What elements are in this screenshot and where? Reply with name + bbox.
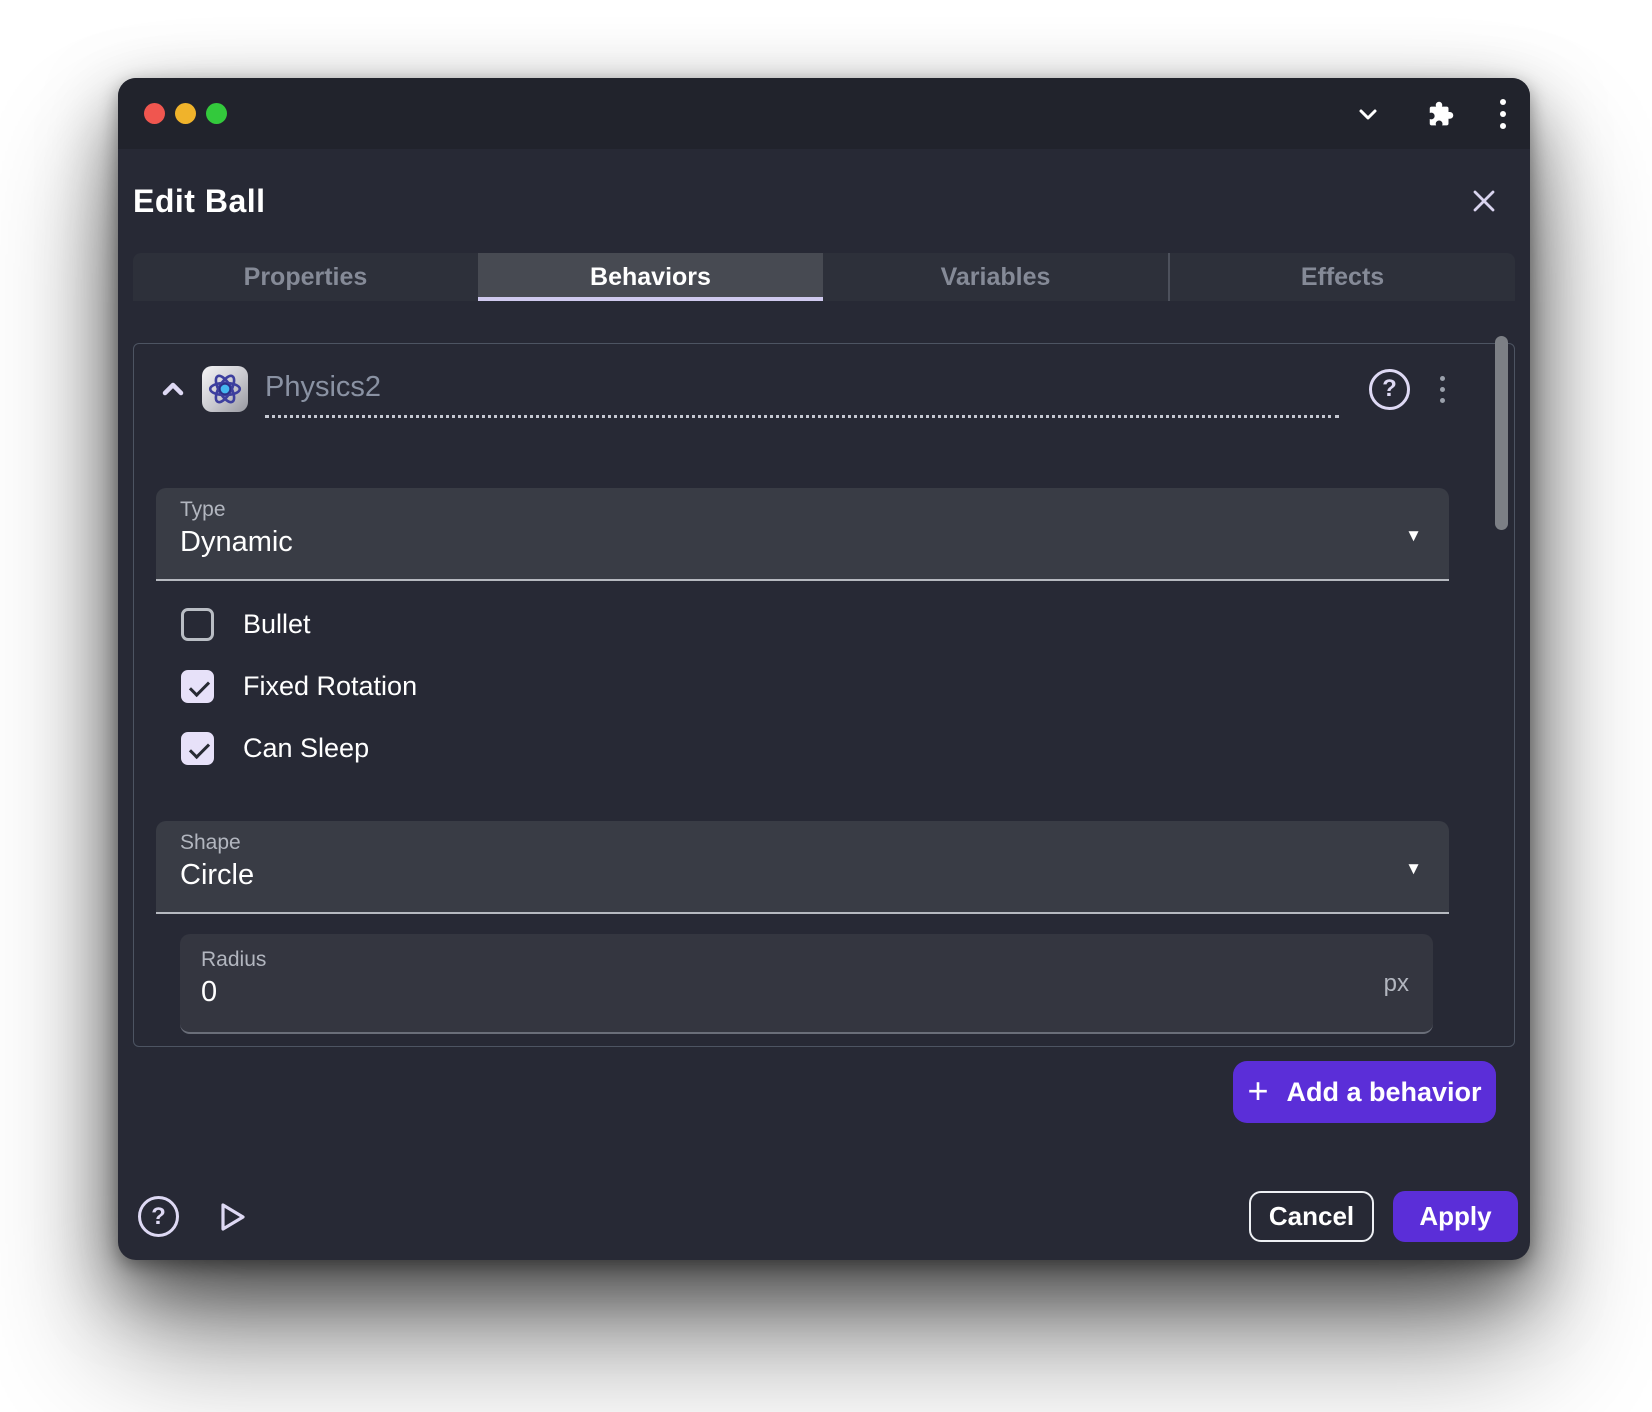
screen-background: Edit Ball PropertiesBehaviorsVariablesEf… (0, 0, 1652, 1412)
close-icon[interactable] (1464, 181, 1504, 221)
chevron-down-icon[interactable] (1354, 100, 1382, 128)
dialog-footer: ? Cancel Apply (118, 1123, 1530, 1260)
window-titlebar (118, 78, 1530, 149)
behavior-name-field[interactable]: Physics2 (265, 360, 1339, 418)
checkbox-unchecked-icon[interactable] (181, 608, 214, 641)
add-behavior-row: + Add a behavior (118, 1061, 1496, 1123)
tab-properties[interactable]: Properties (133, 253, 478, 301)
checkbox-label: Can Sleep (243, 733, 369, 764)
type-dropdown[interactable]: Type Dynamic ▼ (156, 488, 1449, 581)
minimize-traffic-light[interactable] (175, 103, 196, 124)
page-title: Edit Ball (133, 183, 266, 220)
type-label: Type (180, 498, 1449, 522)
shape-dropdown[interactable]: Shape Circle ▼ (156, 821, 1449, 914)
maximize-traffic-light[interactable] (206, 103, 227, 124)
puzzle-extension-icon[interactable] (1426, 99, 1456, 129)
behavior-name: Physics2 (265, 371, 381, 404)
checkbox-row-can-sleep[interactable]: Can Sleep (181, 731, 1449, 765)
type-value: Dynamic (180, 526, 1449, 559)
tab-behaviors[interactable]: Behaviors (478, 253, 823, 301)
plus-icon: + (1247, 1073, 1268, 1109)
apply-button[interactable]: Apply (1393, 1191, 1518, 1242)
add-behavior-label: Add a behavior (1286, 1077, 1481, 1108)
radius-label: Radius (201, 948, 1433, 972)
behavior-kebab-menu-icon[interactable] (1436, 372, 1449, 407)
collapse-chevron-icon[interactable] (156, 372, 190, 406)
edit-ball-window: Edit Ball PropertiesBehaviorsVariablesEf… (118, 78, 1530, 1260)
checkbox-list: Bullet Fixed Rotation Can Sleep (181, 607, 1449, 765)
tab-effects[interactable]: Effects (1168, 253, 1515, 301)
close-traffic-light[interactable] (144, 103, 165, 124)
chevron-down-icon: ▼ (1405, 526, 1422, 546)
kebab-menu-icon[interactable] (1500, 99, 1506, 129)
checkbox-row-bullet[interactable]: Bullet (181, 607, 1449, 641)
traffic-lights (144, 103, 227, 124)
tab-bar: PropertiesBehaviorsVariablesEffects (133, 253, 1515, 301)
add-behavior-button[interactable]: + Add a behavior (1233, 1061, 1496, 1123)
tab-variables[interactable]: Variables (823, 253, 1168, 301)
radius-input[interactable]: Radius 0 px (180, 934, 1433, 1034)
shape-value: Circle (180, 859, 1449, 892)
checkbox-row-fixed-rotation[interactable]: Fixed Rotation (181, 669, 1449, 703)
behavior-header: Physics2 ? (156, 357, 1449, 421)
help-icon[interactable]: ? (138, 1196, 179, 1237)
atom-physics-icon (202, 366, 248, 412)
radius-value: 0 (201, 976, 1433, 1009)
scrollbar-thumb[interactable] (1495, 336, 1508, 530)
checkbox-checked-icon[interactable] (181, 670, 214, 703)
dialog-header: Edit Ball (118, 149, 1530, 253)
shape-label: Shape (180, 831, 1449, 855)
radius-unit: px (1384, 970, 1409, 998)
checkbox-label: Fixed Rotation (243, 671, 417, 702)
cancel-button[interactable]: Cancel (1249, 1191, 1374, 1242)
behavior-help-icon[interactable]: ? (1369, 369, 1410, 410)
checkbox-label: Bullet (243, 609, 311, 640)
checkbox-checked-icon[interactable] (181, 732, 214, 765)
behaviors-panel: Physics2 ? Type Dynamic ▼ Bullet Fixed Ro… (133, 343, 1515, 1047)
chevron-down-icon: ▼ (1405, 859, 1422, 879)
play-icon[interactable] (215, 1200, 249, 1234)
